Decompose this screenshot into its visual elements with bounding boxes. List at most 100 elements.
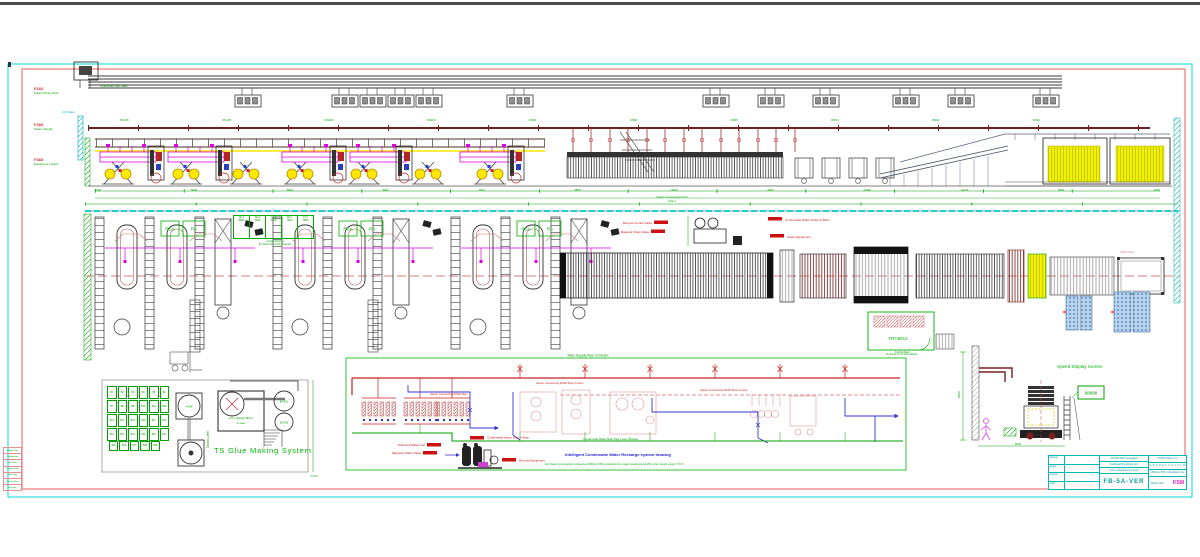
starch-bag-cell: B2 [118, 386, 128, 399]
margin-tag: F283Steam Supply [34, 122, 59, 131]
pipe-size-label: DN32 [1033, 118, 1040, 122]
starch-bag-cell: B23 [149, 428, 159, 441]
glue-system-title: TS Glue Making System [214, 446, 312, 455]
mill-roll-stands [102, 162, 506, 184]
speed-screen-value: 88888 [1085, 391, 1098, 396]
revision-letter: E [1162, 463, 1164, 469]
pipe-size-label: DN80 [529, 118, 536, 122]
title-block-center: WJ250-2500 Corrugated Cardboard Producti… [1100, 456, 1149, 489]
dimension-chain: 1900580058005800770058001200080001180014… [95, 188, 1160, 192]
converting-machines-plan [780, 247, 1164, 303]
pallets-plan [1062, 292, 1150, 332]
starch-bag-cell: B6 [160, 386, 170, 399]
dimension-value: 5800 [191, 188, 197, 192]
starch-bag-cell: B25 [109, 441, 118, 451]
starch-bag-grid: B1B2B3B4B5B6B7B8B9B10B11B12B13B14B15B16B… [107, 386, 169, 441]
speed-display-area: 6000 Speed Display Screen [957, 346, 1104, 446]
revision-letter: A [1150, 463, 1152, 469]
kitchen-label-1: Recycle Control Valve [623, 221, 653, 225]
glue-drop-1 [190, 300, 200, 352]
margin-tag: F183Steam Piping Plan [34, 86, 59, 95]
title-block-signatures: Design Draw Check Appr [1049, 456, 1100, 489]
legend-row: Remark [3, 484, 22, 491]
pallet-type-label: 1400 Type [1120, 250, 1134, 254]
control-table-cell: DF-175kW [282, 216, 298, 238]
revision-letters: ABCDEFGHJKLM [1149, 463, 1186, 470]
dimension-value: 5800 [287, 188, 293, 192]
tank2-label: BCM2 [280, 421, 289, 425]
control-table-cell: SF-255kW [250, 216, 266, 238]
starch-lifter-label: Starch Lifter [206, 430, 210, 448]
pipe-size-label: DN100 [427, 118, 436, 122]
revision-letter: L [1180, 463, 1181, 469]
agitator-motor-label: AGM [186, 405, 193, 409]
starch-bag-cell: B9 [128, 400, 138, 413]
horizontal-dim-label: 5500 [1015, 442, 1022, 446]
machine-ghost-outlines [520, 390, 816, 435]
steam-red-label-3: Steam Connecting DN20 Pipe [430, 392, 468, 396]
starch-bag-cell: B29 [151, 441, 160, 451]
cad-screenshot: RSA RA Overhead [0, 0, 1200, 557]
logo-row: FB-5A-VER KSM [1149, 477, 1186, 489]
console-notes: Control Desk By Series Or Combine Electr… [866, 351, 938, 356]
tank1-label: BCM1 [280, 400, 289, 404]
control-note-2: By Series Or Combine Electric [225, 243, 325, 246]
console-title: TRC8912 [888, 336, 908, 341]
revision-letter: H [1172, 463, 1174, 469]
margin-tags: F183Steam Piping Plan F283Steam Supply F… [34, 86, 59, 166]
steam-note-1: Steam Consumption 8 t/h [656, 195, 688, 199]
kitchen-label-3: Condensate Water Outlet to Main [785, 218, 830, 222]
title-block-right: WJ250-2500-2-19 ABCDEFGHJKLM 2500mm 5Ply… [1149, 456, 1186, 489]
pipe-size-label: DN40 [932, 118, 939, 122]
dimension-value: 14276 [960, 188, 968, 192]
glue-drop-2 [368, 300, 378, 352]
title-block-row: Draw [1049, 465, 1099, 474]
margin-tag: F383Equipment Layout [34, 157, 59, 166]
splicer-machine-side [1020, 380, 1062, 442]
operator-figure [981, 419, 991, 441]
double-backer-plan [560, 253, 773, 298]
dimension-value: 4500 [1154, 188, 1160, 192]
dimension-value: 1900 [95, 188, 101, 192]
board-stack-2 [1116, 146, 1164, 182]
legend-table: Steam PipeCondensateSoft WaterCompress A… [3, 447, 22, 491]
control-table-cell: SF-155kW [234, 216, 250, 238]
title-block-row: Design [1049, 456, 1099, 465]
starch-bag-cell: B1 [107, 386, 117, 399]
pipe-size-label: DN100 [325, 118, 334, 122]
dimension-value: 5800 [574, 188, 580, 192]
line-spec-note: 2500mm 5Ply Corrugated Line [1149, 470, 1186, 477]
starch-bag-cell: B26 [119, 441, 128, 451]
title-block: Design Draw Check Appr WJ250-2500 Corrug… [1048, 455, 1187, 490]
roll-stand-modules [95, 217, 620, 349]
recovery-label-1: Softened Water Inlet [398, 443, 425, 447]
drawing-number: WJ250-2500-2-19 [1149, 456, 1186, 463]
dimension-value: 11800 [863, 188, 871, 192]
revision-letter: D [1159, 463, 1161, 469]
starch-bag-cell: B12 [160, 400, 170, 413]
starch-bag-cell: B28 [140, 441, 149, 451]
dimension-value: 8000 [767, 188, 773, 192]
speed-screen-label: Speed Display Screen [1057, 364, 1103, 369]
kitchen-label-4: Steam Equipment [787, 235, 811, 239]
revision-letter: C [1156, 463, 1158, 469]
recovery-label-4: Recycle Equipment [519, 459, 545, 463]
diagram-footnote: Fuji Steam Consumption is based on 2500m… [545, 462, 684, 466]
steam-diagram-title: Main Supply Pipe of Steam [568, 354, 609, 358]
overhead-rack-label: Overhead Pipe Rack [100, 84, 128, 88]
control-table-cell: GU-130kW [266, 216, 282, 238]
starch-bag-cell: B8 [118, 400, 128, 413]
revision-letter: B [1153, 463, 1155, 469]
mixer-label-2: 2 sets [237, 421, 246, 425]
steam-piping-diagram: Main Supply Pipe of Steam [346, 354, 906, 471]
dimension-value: 12000 [670, 188, 678, 192]
recovery-label-3: Condensate Water Inlet of Main [487, 436, 529, 440]
steam-red-label-1: Steam Connecting DN25 Pipe (4 sets) [536, 381, 583, 385]
board-stack-1 [1048, 146, 1100, 182]
starch-bag-cell: B15 [128, 414, 138, 427]
steam-note-2: ( Max ) [668, 199, 676, 203]
starch-bag-cell: B18 [160, 414, 170, 427]
pipe-size-label: DN65 [731, 118, 738, 122]
city-water-label: City Water [62, 110, 75, 114]
mixer-label-1: Corn Starch Mixer [229, 416, 253, 420]
